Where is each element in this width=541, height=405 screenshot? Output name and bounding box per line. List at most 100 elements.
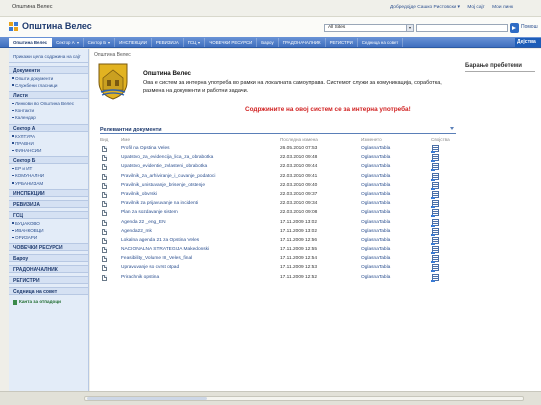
document-name-link[interactable]: Feasibility_Volume III_Veles_final bbox=[121, 256, 192, 261]
document-icon[interactable] bbox=[102, 210, 107, 217]
document-modified-by-link[interactable]: OglasnaTabla bbox=[361, 210, 390, 215]
tab-7[interactable]: ЧОВЕЧКИ РЕСУРСИ bbox=[205, 38, 258, 47]
document-modified-by-link[interactable]: OglasnaTabla bbox=[361, 256, 390, 261]
quick-launch-heading[interactable]: Седница на совет bbox=[9, 287, 88, 296]
chevron-down-icon[interactable] bbox=[198, 41, 201, 44]
workflow-icon[interactable] bbox=[431, 154, 440, 163]
document-icon[interactable] bbox=[102, 201, 107, 208]
document-modified-by-link[interactable]: OglasnaTabla bbox=[361, 155, 390, 160]
workflow-icon[interactable] bbox=[431, 163, 440, 172]
tab-4[interactable]: ИНСПЕКЦИИ bbox=[115, 38, 152, 47]
document-name-link[interactable]: Pravilnik za prijavuvanje na incidenti bbox=[121, 201, 198, 206]
document-modified-by-link[interactable]: OglasnaTabla bbox=[361, 183, 390, 188]
document-modified-by-link[interactable]: OglasnaTabla bbox=[361, 275, 390, 280]
quick-launch-item[interactable]: ИВАНКОВЦИ bbox=[9, 226, 88, 233]
workflow-icon[interactable] bbox=[431, 273, 440, 282]
tab-1[interactable]: Општина Велес bbox=[9, 38, 53, 47]
document-name-link[interactable]: Agenda22_mk bbox=[121, 229, 152, 234]
chevron-down-icon[interactable] bbox=[76, 41, 79, 44]
quick-launch-item[interactable]: БУЏАКОВО bbox=[9, 219, 88, 226]
document-icon[interactable] bbox=[102, 274, 107, 281]
workflow-icon[interactable] bbox=[431, 209, 440, 218]
site-title[interactable]: Општина Велес bbox=[22, 21, 92, 31]
quick-launch-heading[interactable]: Документи bbox=[9, 65, 88, 74]
tab-2[interactable]: Сектор А bbox=[52, 38, 84, 47]
scrollbar-thumb[interactable] bbox=[87, 397, 207, 400]
help-link[interactable]: Помош bbox=[521, 24, 538, 30]
my-site-link[interactable]: Мој сајт bbox=[467, 5, 484, 10]
document-modified-by-link[interactable]: OglasnaTabla bbox=[361, 192, 390, 197]
document-name-link[interactable]: Upravuvanje so cvrst otpad bbox=[121, 265, 179, 270]
quick-launch-heading[interactable]: ГСЦ bbox=[9, 210, 88, 219]
workflow-icon[interactable] bbox=[431, 227, 440, 236]
quick-launch-heading[interactable]: ЧОВЕЧКИ РЕСУРСИ bbox=[9, 243, 88, 252]
quick-launch-item[interactable]: Општи документи bbox=[9, 74, 88, 81]
chevron-down-icon[interactable] bbox=[108, 41, 111, 44]
workflow-icon[interactable] bbox=[431, 218, 440, 227]
document-modified-by-link[interactable]: OglasnaTabla bbox=[361, 229, 390, 234]
document-modified-by-link[interactable]: OglasnaTabla bbox=[361, 201, 390, 206]
quick-launch-heading[interactable]: ИНСПЕКЦИИ bbox=[9, 188, 88, 197]
view-all-content-link[interactable]: Прикажи цела содржина на сајт bbox=[9, 49, 88, 63]
tab-9[interactable]: ГРАДОНАЧАЛНИК bbox=[279, 38, 326, 47]
quick-launch-heading[interactable]: РЕВИЗИЈА bbox=[9, 199, 88, 208]
workflow-icon[interactable] bbox=[431, 172, 440, 181]
quick-launch-item[interactable]: КОМУНАЛНИ bbox=[9, 171, 88, 178]
document-name-link[interactable]: NACIONALNA STRATEGIJA Makedonski bbox=[121, 247, 209, 252]
document-name-link[interactable]: Prirachnik opstina bbox=[121, 275, 159, 280]
document-name-link[interactable]: Pravilnik_obvrski bbox=[121, 192, 157, 197]
quick-launch-item[interactable]: ПРАВНИ bbox=[9, 139, 88, 146]
document-icon[interactable] bbox=[102, 247, 107, 254]
quick-launch-item[interactable]: Службени гласници bbox=[9, 81, 88, 88]
column-name[interactable]: Име bbox=[121, 137, 130, 142]
document-icon[interactable] bbox=[102, 173, 107, 180]
tab-11[interactable]: Седница на совет bbox=[358, 38, 404, 47]
document-modified-by-link[interactable]: OglasnaTabla bbox=[361, 174, 390, 179]
workflow-icon[interactable] bbox=[431, 255, 440, 264]
document-icon[interactable] bbox=[102, 265, 107, 272]
quick-launch-item[interactable]: Календар bbox=[9, 113, 88, 120]
quick-launch-heading[interactable]: Сектор Б bbox=[9, 156, 88, 165]
document-icon[interactable] bbox=[102, 219, 107, 226]
document-icon[interactable] bbox=[102, 228, 107, 235]
document-name-link[interactable]: Plan za sozdavanje sistem bbox=[121, 210, 178, 215]
quick-launch-item[interactable]: Контакти bbox=[9, 106, 88, 113]
search-scope-select[interactable]: All Sites bbox=[324, 24, 414, 32]
document-name-link[interactable]: Pravilnik_unistuvanje_brisenje_otstenje bbox=[121, 183, 205, 188]
my-links-link[interactable]: Мои линк bbox=[492, 5, 513, 10]
quick-launch-item[interactable]: ФИНАНСИИ bbox=[9, 146, 88, 153]
quick-launch-heading[interactable]: РЕГИСТРИ bbox=[9, 276, 88, 285]
quick-launch-item[interactable]: Линкови во Општина Велес bbox=[9, 99, 88, 106]
document-modified-by-link[interactable]: OglasnaTabla bbox=[361, 265, 390, 270]
document-icon[interactable] bbox=[102, 182, 107, 189]
quick-launch-heading[interactable]: Сектор А bbox=[9, 123, 88, 132]
breadcrumb[interactable]: Општина Велес bbox=[94, 52, 131, 58]
document-name-link[interactable]: Upatstvo_evidentie_zvlasteni_obrabotka bbox=[121, 164, 207, 169]
document-name-link[interactable]: Pravilnik_za_arhiviranje_i_cuvanje_podat… bbox=[121, 174, 215, 179]
workflow-icon[interactable] bbox=[431, 246, 440, 255]
document-modified-by-link[interactable]: OglasnaTabla bbox=[361, 247, 390, 252]
document-modified-by-link[interactable]: OglasnaTabla bbox=[361, 146, 390, 151]
column-modified[interactable]: Последна измена bbox=[280, 137, 318, 142]
document-modified-by-link[interactable]: OglasnaTabla bbox=[361, 164, 390, 169]
document-icon[interactable] bbox=[102, 164, 107, 171]
document-icon[interactable] bbox=[102, 256, 107, 263]
quick-launch-heading[interactable]: ГРАДОНАЧАЛНИК bbox=[9, 265, 88, 274]
top-site-link[interactable]: Општина Велес bbox=[12, 4, 52, 10]
chevron-down-icon[interactable] bbox=[406, 25, 413, 31]
recycle-bin-link[interactable]: Канта за отпадоци bbox=[9, 295, 88, 305]
search-go-icon[interactable] bbox=[510, 23, 519, 33]
welcome-menu[interactable]: Добредојде Сашко Ристовски ▾ bbox=[390, 5, 460, 10]
site-actions-button[interactable]: Дејства bbox=[515, 38, 541, 47]
document-modified-by-link[interactable]: OglasnaTabla bbox=[361, 238, 390, 243]
workflow-icon[interactable] bbox=[431, 190, 440, 199]
document-icon[interactable] bbox=[102, 146, 107, 152]
horizontal-scrollbar[interactable] bbox=[84, 396, 524, 401]
document-icon[interactable] bbox=[102, 191, 107, 198]
document-name-link[interactable]: Upatstvo_za_evidencija_lica_za_obrabotka bbox=[121, 155, 213, 160]
quick-launch-item[interactable]: КУЛТУРА bbox=[9, 132, 88, 139]
tab-3[interactable]: Сектор Б bbox=[84, 38, 116, 47]
document-icon[interactable] bbox=[102, 237, 107, 244]
quick-launch-heading[interactable]: Листи bbox=[9, 90, 88, 99]
quick-launch-item[interactable]: УРБАНИЗАМ bbox=[9, 179, 88, 186]
